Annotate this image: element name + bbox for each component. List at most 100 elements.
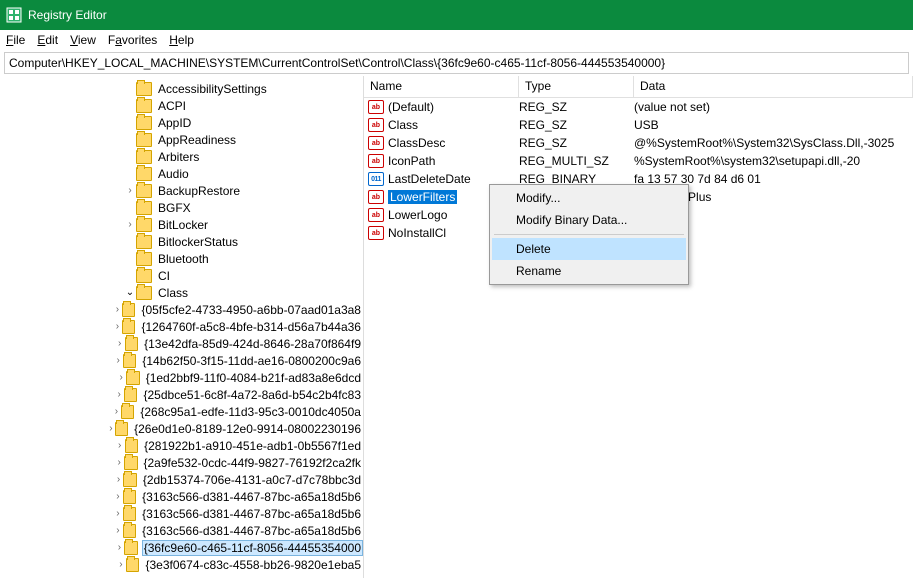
chevron-right-icon[interactable]: › xyxy=(115,440,125,451)
ctx-delete[interactable]: Delete xyxy=(492,238,686,260)
tree-item[interactable]: AccessibilitySettings xyxy=(0,80,363,97)
tree-item[interactable]: Audio xyxy=(0,165,363,182)
tree-item[interactable]: ›{36fc9e60-c465-11cf-8056-44455354000 xyxy=(0,539,363,556)
tree-label: {3e3f0674-c83c-4558-bb26-9820e1eba5 xyxy=(143,558,363,572)
tree-item[interactable]: › {281922b1-a910-451e-adb1-0b5567f1ed xyxy=(0,437,363,454)
value-name: IconPath xyxy=(388,154,435,168)
chevron-right-icon[interactable]: › xyxy=(114,457,124,468)
chevron-right-icon[interactable]: › xyxy=(113,525,123,536)
ctx-modify-binary[interactable]: Modify Binary Data... xyxy=(492,209,686,231)
menu-help[interactable]: Help xyxy=(169,33,194,47)
col-header-name[interactable]: Name xyxy=(364,76,519,97)
menu-view[interactable]: View xyxy=(70,33,96,47)
tree-item[interactable]: AppID xyxy=(0,114,363,131)
chevron-right-icon[interactable]: › xyxy=(106,423,115,434)
list-row[interactable]: abClassDescREG_SZ@%SystemRoot%\System32\… xyxy=(364,134,913,152)
tree-label: {14b62f50-3f15-11dd-ae16-0800200c9a6 xyxy=(140,354,363,368)
list-row[interactable]: ab(Default)REG_SZ(value not set) xyxy=(364,98,913,116)
col-header-type[interactable]: Type xyxy=(519,76,634,97)
app-icon xyxy=(6,7,22,23)
chevron-right-icon[interactable]: › xyxy=(113,491,123,502)
tree-label: {1264760f-a5c8-4bfe-b314-d56a7b44a36 xyxy=(139,320,363,334)
tree-item[interactable]: ›{3163c566-d381-4467-87bc-a65a18d5b6 xyxy=(0,488,363,505)
chevron-right-icon[interactable]: › xyxy=(124,185,136,196)
menu-favorites[interactable]: Favorites xyxy=(108,33,157,47)
tree-item[interactable]: ›{05f5cfe2-4733-4950-a6bb-07aad01a3a8 xyxy=(0,301,363,318)
tree-item[interactable]: ›{2a9fe532-0cdc-44f9-9827-76192f2ca2fk xyxy=(0,454,363,471)
chevron-right-icon[interactable]: › xyxy=(112,406,122,417)
folder-icon xyxy=(136,99,152,113)
tree-label: Bluetooth xyxy=(156,252,211,266)
tree-label: {25dbce51-6c8f-4a72-8a6d-b54c2b4fc83 xyxy=(141,388,363,402)
value-name: (Default) xyxy=(388,100,434,114)
tree-item[interactable]: BGFX xyxy=(0,199,363,216)
chevron-right-icon[interactable]: › xyxy=(124,219,136,230)
tree-item[interactable]: Bluetooth xyxy=(0,250,363,267)
list-pane[interactable]: Name Type Data ab(Default)REG_SZ(value n… xyxy=(364,76,913,578)
chevron-right-icon[interactable]: › xyxy=(114,474,124,485)
tree-item[interactable]: › {25dbce51-6c8f-4a72-8a6d-b54c2b4fc83 xyxy=(0,386,363,403)
col-header-data[interactable]: Data xyxy=(634,76,913,97)
tree-item[interactable]: › {26e0d1e0-8189-12e0-9914-08002230196 xyxy=(0,420,363,437)
tree-item[interactable]: › {14b62f50-3f15-11dd-ae16-0800200c9a6 xyxy=(0,352,363,369)
tree-item[interactable]: CI xyxy=(0,267,363,284)
ctx-modify[interactable]: Modify... xyxy=(492,187,686,209)
chevron-right-icon[interactable]: › xyxy=(116,372,126,383)
chevron-right-icon[interactable]: › xyxy=(115,338,125,349)
tree-label: AppID xyxy=(156,116,193,130)
folder-icon xyxy=(126,371,140,385)
folder-icon xyxy=(136,286,152,300)
string-value-icon: ab xyxy=(368,118,384,132)
title-bar: Registry Editor xyxy=(0,0,913,30)
tree-label: {26e0d1e0-8189-12e0-9914-08002230196 xyxy=(132,422,363,436)
tree-label: {3163c566-d381-4467-87bc-a65a18d5b6 xyxy=(140,507,363,521)
list-row[interactable]: abIconPathREG_MULTI_SZ%SystemRoot%\syste… xyxy=(364,152,913,170)
tree-item[interactable]: › {13e42dfa-85d9-424d-8646-28a70f864f9 xyxy=(0,335,363,352)
value-type: REG_SZ xyxy=(519,118,634,132)
tree-item[interactable]: › BackupRestore xyxy=(0,182,363,199)
tree-item[interactable]: › {3163c566-d381-4467-87bc-a65a18d5b6 xyxy=(0,505,363,522)
chevron-right-icon[interactable]: › xyxy=(114,542,124,553)
tree-item[interactable]: › {3e3f0674-c83c-4558-bb26-9820e1eba5 xyxy=(0,556,363,573)
value-data: %SystemRoot%\system32\setupapi.dll,-20 xyxy=(634,154,913,168)
value-name: LowerFilters xyxy=(388,190,457,204)
chevron-right-icon[interactable]: › xyxy=(113,355,123,366)
folder-icon xyxy=(121,405,134,419)
list-row[interactable]: abClassREG_SZUSB xyxy=(364,116,913,134)
tree-label: {13e42dfa-85d9-424d-8646-28a70f864f9 xyxy=(142,337,363,351)
menu-file[interactable]: File xyxy=(6,33,25,47)
chevron-right-icon[interactable]: › xyxy=(114,389,124,400)
folder-icon xyxy=(124,388,137,402)
value-name: ClassDesc xyxy=(388,136,445,150)
tree-label: BackupRestore xyxy=(156,184,242,198)
tree-item[interactable]: ›{1ed2bbf9-11f0-4084-b21f-ad83a8e6dcd xyxy=(0,369,363,386)
tree-item[interactable]: › {1264760f-a5c8-4bfe-b314-d56a7b44a36 xyxy=(0,318,363,335)
menu-edit[interactable]: Edit xyxy=(37,33,58,47)
tree-item[interactable]: ACPI xyxy=(0,97,363,114)
value-name: Class xyxy=(388,118,418,132)
folder-icon xyxy=(123,473,136,487)
tree-item[interactable]: › {2db15374-706e-4131-a0c7-d7c78bbc3d xyxy=(0,471,363,488)
tree-pane[interactable]: AccessibilitySettingsACPI AppIDAppReadine… xyxy=(0,76,364,578)
tree-item[interactable]: ⌄Class xyxy=(0,284,363,301)
tree-item[interactable]: ›{3163c566-d381-4467-87bc-a65a18d5b6 xyxy=(0,522,363,539)
tree-item[interactable]: BitlockerStatus xyxy=(0,233,363,250)
tree-label: {2db15374-706e-4131-a0c7-d7c78bbc3d xyxy=(141,473,363,487)
tree-item[interactable]: ›BitLocker xyxy=(0,216,363,233)
chevron-down-icon[interactable]: ⌄ xyxy=(124,287,136,298)
chevron-right-icon[interactable]: › xyxy=(113,508,123,519)
list-header: Name Type Data xyxy=(364,76,913,98)
tree-item[interactable]: AppReadiness xyxy=(0,131,363,148)
tree-item[interactable]: ›{268c95a1-edfe-11d3-95c3-0010dc4050a xyxy=(0,403,363,420)
value-type: REG_MULTI_SZ xyxy=(519,154,634,168)
ctx-rename[interactable]: Rename xyxy=(492,260,686,282)
folder-icon xyxy=(122,303,135,317)
chevron-right-icon[interactable]: › xyxy=(116,559,126,570)
tree-label: {281922b1-a910-451e-adb1-0b5567f1ed xyxy=(142,439,363,453)
folder-icon xyxy=(136,116,152,130)
chevron-right-icon[interactable]: › xyxy=(113,321,123,332)
chevron-right-icon[interactable]: › xyxy=(113,304,123,315)
tree-item[interactable]: Arbiters xyxy=(0,148,363,165)
string-value-icon: ab xyxy=(368,100,384,114)
address-bar[interactable]: Computer\HKEY_LOCAL_MACHINE\SYSTEM\Curre… xyxy=(4,52,909,74)
